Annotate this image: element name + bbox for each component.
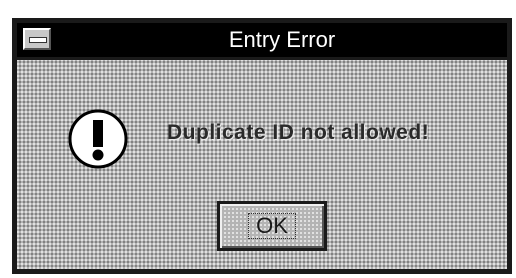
dialog-title: Entry Error	[228, 27, 336, 52]
ok-button[interactable]: OK	[217, 201, 327, 251]
error-dialog: Entry Error Duplicate ID not allowed! OK	[12, 18, 512, 274]
system-menu-bar	[29, 37, 47, 43]
system-menu-icon[interactable]	[23, 28, 51, 50]
title-bar: Entry Error	[17, 23, 507, 60]
ok-button-label: OK	[256, 213, 288, 238]
exclamation-icon	[68, 109, 128, 169]
error-message: Duplicate ID not allowed!	[167, 121, 430, 144]
screenshot-frame: Entry Error Duplicate ID not allowed! OK	[0, 0, 516, 278]
